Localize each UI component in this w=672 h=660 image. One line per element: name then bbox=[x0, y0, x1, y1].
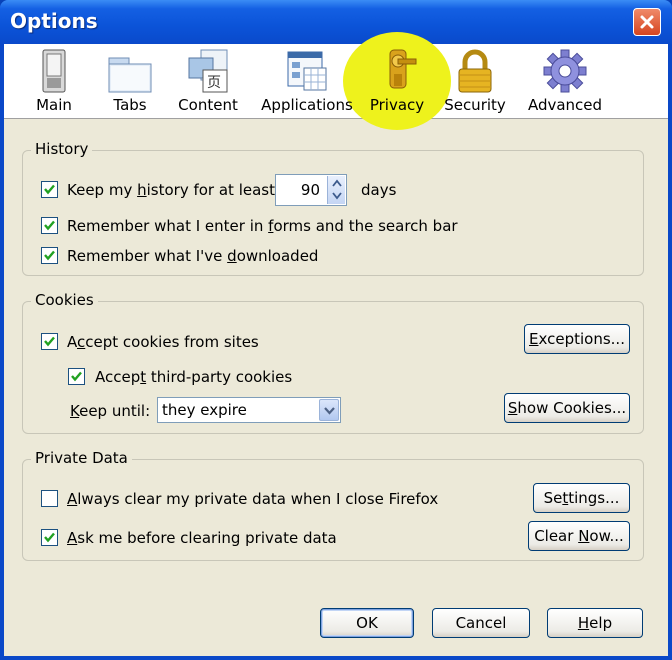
tab-advanced[interactable]: Advanced bbox=[526, 44, 604, 119]
tab-main-label: Main bbox=[36, 96, 72, 114]
close-icon bbox=[640, 15, 654, 29]
private-data-legend: Private Data bbox=[31, 449, 132, 467]
tab-content-label: Content bbox=[178, 96, 238, 114]
history-group: History Keep my history for at least 90 … bbox=[22, 140, 644, 276]
tab-main[interactable]: Main bbox=[28, 44, 80, 119]
gear-icon bbox=[543, 49, 587, 93]
accept-third-party-label: Accept third-party cookies bbox=[95, 368, 293, 386]
cookies-legend: Cookies bbox=[31, 291, 98, 309]
clear-now-button[interactable]: Clear Now... bbox=[528, 521, 630, 551]
applications-window-icon bbox=[287, 51, 327, 91]
always-clear-checkbox[interactable] bbox=[41, 490, 58, 507]
tab-tabs[interactable]: Tabs bbox=[102, 44, 158, 119]
tab-applications[interactable]: Applications bbox=[258, 44, 356, 119]
svg-text:页: 页 bbox=[207, 75, 221, 91]
options-window: Options Main Tabs 页 Content Applications… bbox=[0, 0, 672, 660]
checkmark-icon bbox=[71, 371, 82, 382]
privacy-key-icon bbox=[389, 49, 417, 89]
keep-until-dropdown[interactable]: they expire bbox=[157, 397, 341, 423]
spin-up-icon bbox=[332, 179, 342, 187]
tab-security[interactable]: Security bbox=[444, 44, 506, 119]
tab-privacy-label: Privacy bbox=[369, 96, 425, 114]
chevron-down-icon bbox=[324, 407, 335, 415]
remember-downloads-checkbox[interactable] bbox=[41, 247, 58, 264]
remember-forms-checkbox[interactable] bbox=[41, 217, 58, 234]
exceptions-button[interactable]: Exceptions... bbox=[524, 324, 630, 354]
keep-history-checkbox[interactable] bbox=[41, 181, 58, 198]
keep-history-label: Keep my history for at least bbox=[67, 181, 275, 199]
tab-advanced-label: Advanced bbox=[527, 96, 603, 114]
history-legend: History bbox=[31, 140, 93, 158]
content-page-icon: 页 bbox=[188, 49, 228, 93]
history-days-input[interactable]: 90 bbox=[275, 174, 347, 206]
always-clear-label: Always clear my private data when I clos… bbox=[67, 490, 439, 508]
dialog-client-area: Main Tabs 页 Content Applications Privacy… bbox=[4, 32, 668, 656]
checkmark-icon bbox=[44, 184, 55, 195]
checkmark-icon bbox=[44, 250, 55, 261]
show-cookies-button[interactable]: Show Cookies... bbox=[504, 393, 630, 423]
checkmark-icon bbox=[44, 220, 55, 231]
close-button[interactable] bbox=[633, 8, 661, 36]
checkmark-icon bbox=[44, 532, 55, 543]
tab-security-label: Security bbox=[444, 96, 506, 114]
help-button[interactable]: Help bbox=[547, 608, 643, 638]
dropdown-button[interactable] bbox=[319, 399, 339, 421]
padlock-icon bbox=[458, 49, 492, 93]
pane-toolbar: Main Tabs 页 Content Applications Privacy… bbox=[4, 32, 668, 130]
private-data-group: Private Data Always clear my private dat… bbox=[22, 449, 644, 561]
accept-cookies-label: Accept cookies from sites bbox=[67, 333, 259, 351]
ok-button[interactable]: OK bbox=[320, 608, 414, 638]
accept-third-party-checkbox[interactable] bbox=[68, 368, 85, 385]
checkmark-icon bbox=[44, 336, 55, 347]
days-spinner[interactable] bbox=[327, 176, 345, 204]
keep-until-label: Keep until: bbox=[70, 402, 151, 420]
remember-downloads-label: Remember what I've downloaded bbox=[67, 247, 319, 265]
ask-before-clearing-checkbox[interactable] bbox=[41, 529, 58, 546]
window-title: Options bbox=[10, 9, 98, 33]
title-bar[interactable]: Options bbox=[0, 0, 672, 44]
tab-applications-label: Applications bbox=[261, 96, 353, 114]
switch-icon bbox=[42, 49, 66, 93]
remember-forms-label: Remember what I enter in forms and the s… bbox=[67, 217, 458, 235]
tab-content[interactable]: 页 Content bbox=[176, 44, 240, 119]
cancel-button[interactable]: Cancel bbox=[432, 608, 530, 638]
keep-until-value: they expire bbox=[162, 401, 247, 419]
days-label: days bbox=[361, 181, 397, 199]
accept-cookies-checkbox[interactable] bbox=[41, 333, 58, 350]
tab-privacy[interactable]: Privacy bbox=[366, 44, 428, 119]
spin-down-icon bbox=[332, 192, 342, 200]
cookies-group: Cookies Accept cookies from sites Except… bbox=[22, 291, 644, 434]
history-days-value: 90 bbox=[300, 181, 320, 199]
tab-tabs-label: Tabs bbox=[113, 96, 147, 114]
ask-before-clearing-label: Ask me before clearing private data bbox=[67, 529, 337, 547]
tabs-folder-icon bbox=[108, 57, 152, 93]
settings-button[interactable]: Settings... bbox=[533, 483, 630, 513]
